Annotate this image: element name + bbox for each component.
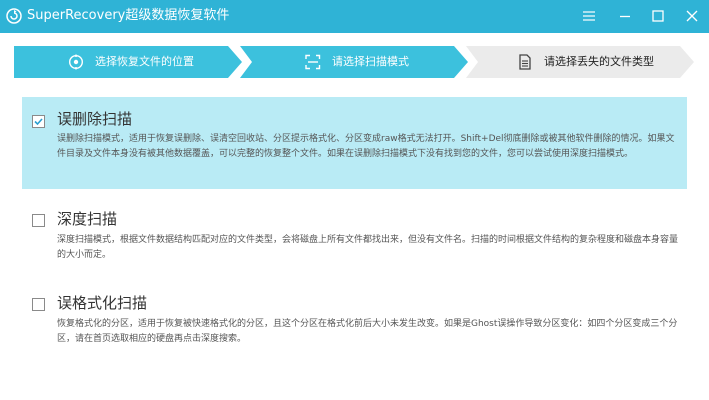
minimize-icon[interactable] — [616, 7, 634, 25]
option-title: 误删除扫描 — [57, 110, 133, 128]
option-deep-scan[interactable]: 深度扫描 深度扫描模式，根据文件数据结构匹配对应的文件类型，会将磁盘上所有文件都… — [22, 200, 687, 272]
option-title: 误格式化扫描 — [57, 294, 148, 312]
step-choose-location: 选择恢复文件的位置 — [14, 46, 242, 78]
option-description: 恢复格式化的分区，适用于恢复被快速格式化的分区，且这个分区在格式化前后大小未发生… — [57, 319, 678, 344]
step-label: 请选择丢失的文件类型 — [544, 55, 654, 68]
option-format-scan[interactable]: 误格式化扫描 恢复格式化的分区，适用于恢复被快速格式化的分区，且这个分区在格式化… — [22, 287, 687, 359]
menu-icon[interactable] — [580, 7, 598, 25]
option-description: 误删除扫描模式，适用于恢复误删除、误清空回收站、分区提示格式化、分区变成raw格… — [57, 134, 675, 159]
app-title: SuperRecovery超级数据恢复软件 — [27, 8, 230, 23]
step-label: 选择恢复文件的位置 — [95, 55, 194, 68]
file-icon — [517, 54, 533, 70]
option-description: 深度扫描模式，根据文件数据结构匹配对应的文件类型，会将磁盘上所有文件都找出来，但… — [57, 235, 679, 260]
close-icon[interactable] — [683, 7, 701, 25]
step-scan-mode: 请选择扫描模式 — [240, 46, 468, 78]
scan-icon — [305, 54, 321, 70]
step-progress: 选择恢复文件的位置 请选择扫描模式 请选择丢失的文件类型 — [0, 46, 709, 78]
format-scan-checkbox[interactable] — [32, 298, 45, 311]
step-label: 请选择扫描模式 — [332, 55, 409, 68]
location-icon — [68, 54, 84, 70]
misdelete-scan-checkbox[interactable] — [32, 115, 45, 128]
option-misdelete-scan[interactable]: 误删除扫描 误删除扫描模式，适用于恢复误删除、误清空回收站、分区提示格式化、分区… — [22, 97, 687, 189]
app-logo-icon — [6, 8, 22, 24]
maximize-icon[interactable] — [649, 7, 667, 25]
title-bar: SuperRecovery超级数据恢复软件 — [0, 0, 709, 33]
check-icon — [34, 118, 43, 126]
step-file-type: 请选择丢失的文件类型 — [466, 46, 694, 78]
option-title: 深度扫描 — [57, 210, 118, 228]
deep-scan-checkbox[interactable] — [32, 214, 45, 227]
